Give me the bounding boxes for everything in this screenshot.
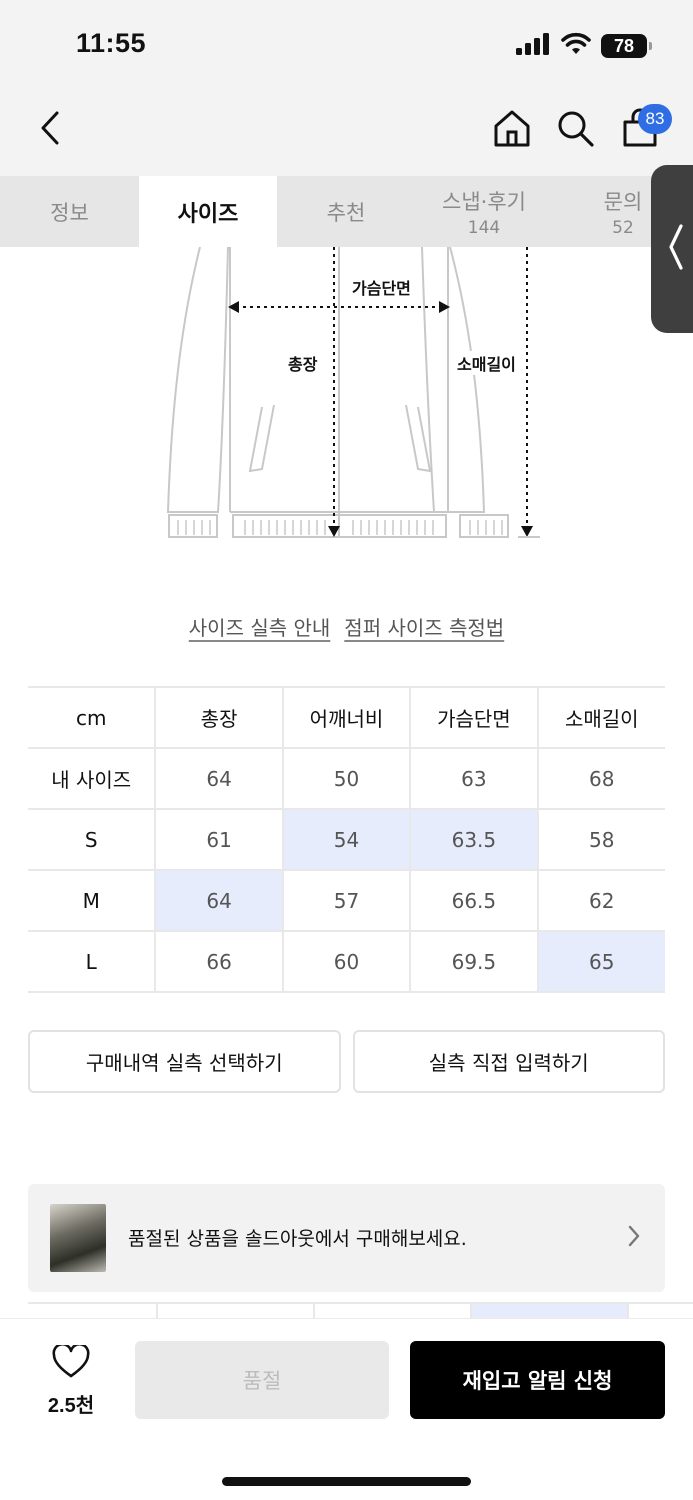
table-cell: 60 [281,930,411,993]
status-bar: 11:55 78 [0,0,693,92]
total-length-label: 총장 [286,351,320,375]
like-count: 2.5천 [47,1395,95,1417]
row-label: S [28,808,156,870]
table-cell: 57 [281,869,411,931]
table-cell-highlighted: 64 [154,869,283,931]
direct-input-measurement-button[interactable]: 실측 직접 입력하기 [352,1030,665,1093]
column-header: cm [28,686,156,748]
tab-label: 추천 [326,200,366,225]
soldout-button: 품절 [135,1341,389,1419]
table-cell-highlighted: 63.5 [409,808,538,870]
tab-recommend[interactable]: 추천 [277,176,415,247]
status-time: 11:55 [76,28,147,58]
measure-method-link[interactable]: 점퍼 사이즈 측정법 [344,612,504,641]
table-cell: 66.5 [409,869,538,931]
tab-label: 스냅·후기 [442,189,526,214]
column-header: 소매길이 [536,686,665,748]
chest-width-label: 가슴단면 [350,275,413,299]
signal-icon [515,32,551,60]
table-row: M 64 57 66.5 62 [28,869,665,931]
sleeve-length-label: 소매길이 [455,351,518,375]
tab-info[interactable]: 정보 [0,176,139,247]
table-cell: 68 [536,747,665,809]
table-row: S 61 54 63.5 58 [28,808,665,870]
table-header-row: cm 총장 어깨너비 가슴단면 소매길이 [28,686,665,748]
jacket-size-diagram: 가슴단면 총장 소매길이 [150,246,550,547]
app-header [0,92,693,176]
like-button[interactable]: 2.5천 [36,1342,106,1418]
purchase-bar: 2.5천 품절 재입고 알림 신청 [0,1318,693,1500]
column-header: 가슴단면 [409,686,538,748]
column-header: 총장 [154,686,283,748]
tab-count: 144 [467,217,501,238]
home-icon [492,108,532,152]
tab-label: 문의 [603,189,643,214]
measurement-actions: 구매내역 실측 선택하기 실측 직접 입력하기 [28,1030,665,1093]
home-indicator [222,1477,471,1486]
tab-size[interactable]: 사이즈 [139,176,277,247]
wifi-icon [561,32,591,60]
select-purchase-measurement-button[interactable]: 구매내역 실측 선택하기 [28,1030,341,1093]
column-header: 어깨너비 [281,686,411,748]
chevron-left-icon [667,222,685,276]
table-cell: 50 [281,747,411,809]
tab-label: 정보 [50,200,89,225]
tab-snap-review[interactable]: 스냅·후기 144 [415,176,553,247]
table-cell: 63 [409,747,538,809]
promo-text: 품절된 상품을 솔드아웃에서 구매해보세요. [128,1228,467,1250]
soldout-promo-banner[interactable]: 품절된 상품을 솔드아웃에서 구매해보세요. [28,1184,665,1292]
product-tabs: 정보 사이즈 추천 스냅·후기 144 문의 52 [0,176,693,247]
home-button[interactable] [490,108,534,152]
restock-alert-button[interactable]: 재입고 알림 신청 [410,1341,665,1419]
row-label: M [28,869,156,931]
status-icons: 78 [515,32,652,60]
back-chevron-icon [39,110,61,150]
side-panel-handle[interactable] [651,165,693,333]
table-cell: 58 [536,808,665,870]
search-icon [555,108,595,152]
tab-label: 사이즈 [177,201,239,227]
back-button[interactable] [30,108,70,152]
table-cell: 61 [154,808,283,870]
chevron-right-icon [627,1224,641,1252]
table-cell: 64 [154,747,283,809]
cart-count-badge: 83 [638,104,672,134]
row-label: 내 사이즈 [28,747,156,809]
table-row: 내 사이즈 64 50 63 68 [28,747,665,809]
table-cell: 62 [536,869,665,931]
row-label: L [28,930,156,993]
table-cell-highlighted: 65 [536,930,665,993]
tab-count: 52 [612,217,634,238]
table-cell-highlighted: 54 [281,808,411,870]
table-cell: 66 [154,930,283,993]
heart-icon [52,1342,90,1383]
table-row: L 66 60 69.5 65 [28,930,665,993]
size-table: cm 총장 어깨너비 가슴단면 소매길이 내 사이즈 64 50 63 68 S… [28,686,665,993]
size-guide-links: 사이즈 실측 안내 점퍼 사이즈 측정법 [0,612,693,641]
product-thumbnail [50,1204,106,1272]
size-guide-link[interactable]: 사이즈 실측 안내 [189,612,331,641]
table-cell: 69.5 [409,930,538,993]
battery-indicator: 78 [601,34,652,58]
search-button[interactable] [553,108,597,152]
